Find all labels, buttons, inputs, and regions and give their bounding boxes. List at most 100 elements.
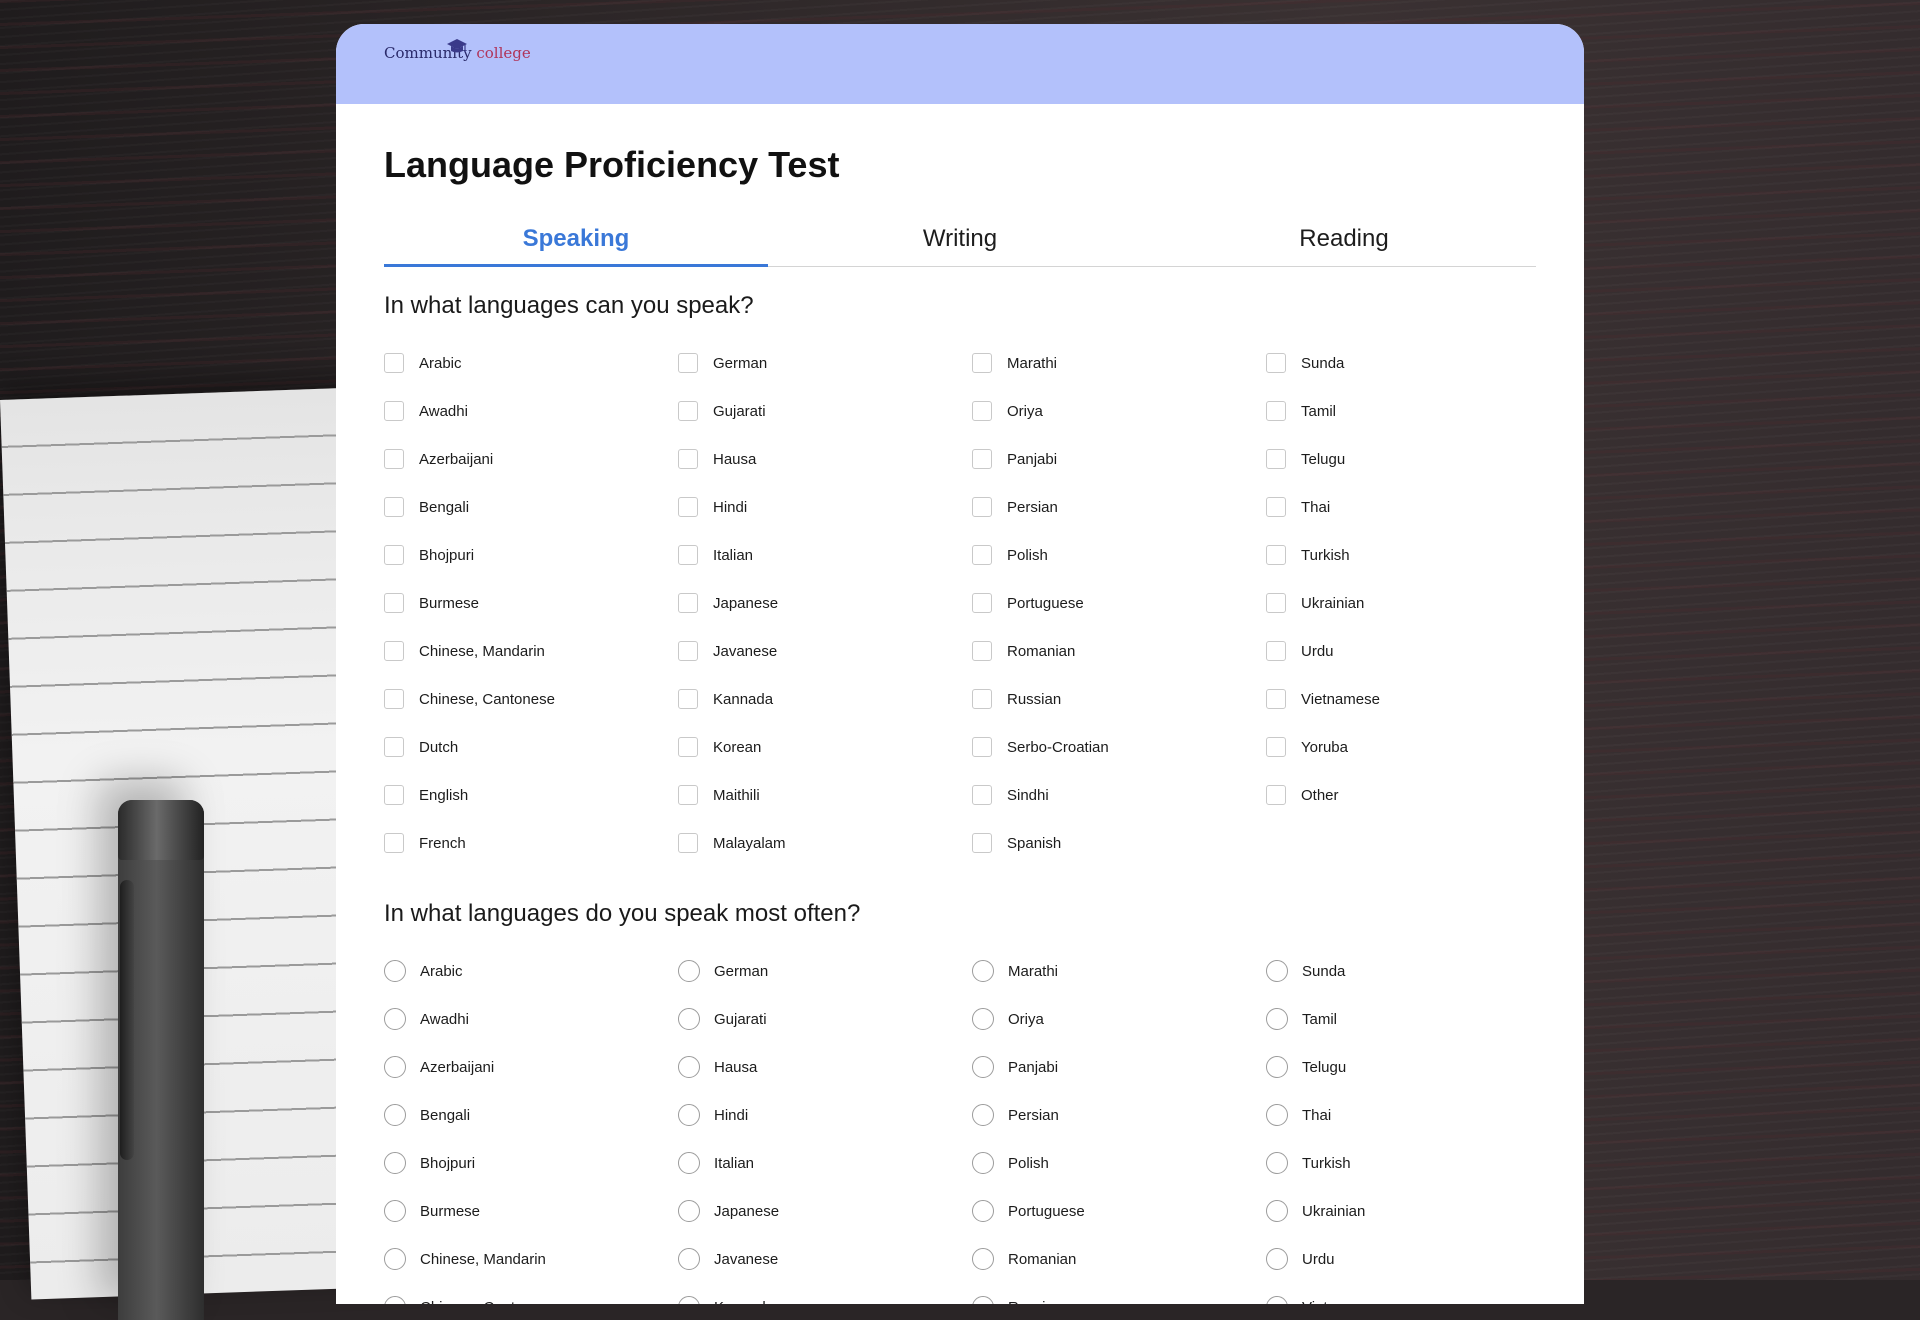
checkbox[interactable] [1266, 449, 1286, 469]
radio-button[interactable] [384, 1296, 406, 1304]
checkbox[interactable] [384, 593, 404, 613]
radio-button[interactable] [678, 1248, 700, 1270]
language-checkbox-option-awadhi[interactable]: Awadhi [384, 387, 678, 435]
language-radio-option-gujarati[interactable]: Gujarati [678, 995, 972, 1043]
language-checkbox-option-bengali[interactable]: Bengali [384, 483, 678, 531]
language-checkbox-option-urdu[interactable]: Urdu [1266, 627, 1560, 675]
language-radio-option-tamil[interactable]: Tamil [1266, 995, 1560, 1043]
language-radio-option-marathi[interactable]: Marathi [972, 947, 1266, 995]
radio-button[interactable] [972, 1296, 994, 1304]
language-radio-option-vietnamese[interactable]: Vietnamese [1266, 1283, 1560, 1304]
radio-button[interactable] [972, 1200, 994, 1222]
checkbox[interactable] [384, 785, 404, 805]
language-radio-option-arabic[interactable]: Arabic [384, 947, 678, 995]
radio-button[interactable] [1266, 960, 1288, 982]
checkbox[interactable] [384, 689, 404, 709]
checkbox[interactable] [972, 449, 992, 469]
radio-button[interactable] [678, 1152, 700, 1174]
checkbox[interactable] [1266, 737, 1286, 757]
language-radio-option-bengali[interactable]: Bengali [384, 1091, 678, 1139]
radio-button[interactable] [384, 1152, 406, 1174]
radio-button[interactable] [972, 1056, 994, 1078]
checkbox[interactable] [678, 545, 698, 565]
checkbox[interactable] [972, 401, 992, 421]
language-radio-option-chinese-mandarin[interactable]: Chinese, Mandarin [384, 1235, 678, 1283]
language-radio-option-german[interactable]: German [678, 947, 972, 995]
language-radio-option-turkish[interactable]: Turkish [1266, 1139, 1560, 1187]
language-checkbox-option-maithili[interactable]: Maithili [678, 771, 972, 819]
radio-button[interactable] [384, 960, 406, 982]
checkbox[interactable] [384, 833, 404, 853]
language-checkbox-option-kannada[interactable]: Kannada [678, 675, 972, 723]
language-radio-option-hausa[interactable]: Hausa [678, 1043, 972, 1091]
language-checkbox-option-german[interactable]: German [678, 339, 972, 387]
checkbox[interactable] [384, 353, 404, 373]
language-checkbox-option-korean[interactable]: Korean [678, 723, 972, 771]
language-radio-option-japanese[interactable]: Japanese [678, 1187, 972, 1235]
radio-button[interactable] [678, 1104, 700, 1126]
language-checkbox-option-russian[interactable]: Russian [972, 675, 1266, 723]
language-checkbox-option-arabic[interactable]: Arabic [384, 339, 678, 387]
checkbox[interactable] [384, 641, 404, 661]
language-radio-option-kannada[interactable]: Kannada [678, 1283, 972, 1304]
tab-speaking[interactable]: Speaking [384, 220, 768, 267]
language-checkbox-option-vietnamese[interactable]: Vietnamese [1266, 675, 1560, 723]
language-checkbox-option-chinese-mandarin[interactable]: Chinese, Mandarin [384, 627, 678, 675]
language-radio-option-portuguese[interactable]: Portuguese [972, 1187, 1266, 1235]
checkbox[interactable] [384, 401, 404, 421]
language-checkbox-option-bhojpuri[interactable]: Bhojpuri [384, 531, 678, 579]
language-checkbox-option-burmese[interactable]: Burmese [384, 579, 678, 627]
checkbox[interactable] [1266, 401, 1286, 421]
checkbox[interactable] [678, 641, 698, 661]
checkbox[interactable] [678, 785, 698, 805]
community-college-logo[interactable]: Community college [384, 39, 531, 62]
language-radio-option-thai[interactable]: Thai [1266, 1091, 1560, 1139]
language-checkbox-option-ukrainian[interactable]: Ukrainian [1266, 579, 1560, 627]
radio-button[interactable] [678, 1296, 700, 1304]
checkbox[interactable] [678, 737, 698, 757]
language-checkbox-option-yoruba[interactable]: Yoruba [1266, 723, 1560, 771]
language-checkbox-option-dutch[interactable]: Dutch [384, 723, 678, 771]
checkbox[interactable] [1266, 593, 1286, 613]
radio-button[interactable] [972, 1008, 994, 1030]
language-radio-option-ukrainian[interactable]: Ukrainian [1266, 1187, 1560, 1235]
radio-button[interactable] [1266, 1056, 1288, 1078]
radio-button[interactable] [1266, 1104, 1288, 1126]
language-checkbox-option-azerbaijani[interactable]: Azerbaijani [384, 435, 678, 483]
language-checkbox-option-other[interactable]: Other [1266, 771, 1560, 819]
language-checkbox-option-javanese[interactable]: Javanese [678, 627, 972, 675]
checkbox[interactable] [678, 593, 698, 613]
radio-button[interactable] [678, 1056, 700, 1078]
checkbox[interactable] [384, 737, 404, 757]
checkbox[interactable] [384, 449, 404, 469]
radio-button[interactable] [384, 1104, 406, 1126]
language-checkbox-option-sindhi[interactable]: Sindhi [972, 771, 1266, 819]
radio-button[interactable] [384, 1248, 406, 1270]
checkbox[interactable] [972, 641, 992, 661]
radio-button[interactable] [384, 1056, 406, 1078]
checkbox[interactable] [1266, 689, 1286, 709]
checkbox[interactable] [972, 353, 992, 373]
language-checkbox-option-malayalam[interactable]: Malayalam [678, 819, 972, 867]
language-checkbox-option-sunda[interactable]: Sunda [1266, 339, 1560, 387]
language-checkbox-option-hindi[interactable]: Hindi [678, 483, 972, 531]
radio-button[interactable] [1266, 1200, 1288, 1222]
radio-button[interactable] [678, 1008, 700, 1030]
language-radio-option-hindi[interactable]: Hindi [678, 1091, 972, 1139]
language-radio-option-azerbaijani[interactable]: Azerbaijani [384, 1043, 678, 1091]
radio-button[interactable] [1266, 1296, 1288, 1304]
language-radio-option-javanese[interactable]: Javanese [678, 1235, 972, 1283]
tab-writing[interactable]: Writing [768, 220, 1152, 266]
language-checkbox-option-telugu[interactable]: Telugu [1266, 435, 1560, 483]
language-radio-option-persian[interactable]: Persian [972, 1091, 1266, 1139]
radio-button[interactable] [1266, 1152, 1288, 1174]
language-checkbox-option-panjabi[interactable]: Panjabi [972, 435, 1266, 483]
checkbox[interactable] [1266, 545, 1286, 565]
language-checkbox-option-serbo-croatian[interactable]: Serbo-Croatian [972, 723, 1266, 771]
radio-button[interactable] [972, 960, 994, 982]
language-radio-option-romanian[interactable]: Romanian [972, 1235, 1266, 1283]
language-checkbox-option-italian[interactable]: Italian [678, 531, 972, 579]
language-checkbox-option-hausa[interactable]: Hausa [678, 435, 972, 483]
language-radio-option-chinese-cantonese[interactable]: Chinese, Cantonese [384, 1283, 678, 1304]
radio-button[interactable] [384, 1200, 406, 1222]
